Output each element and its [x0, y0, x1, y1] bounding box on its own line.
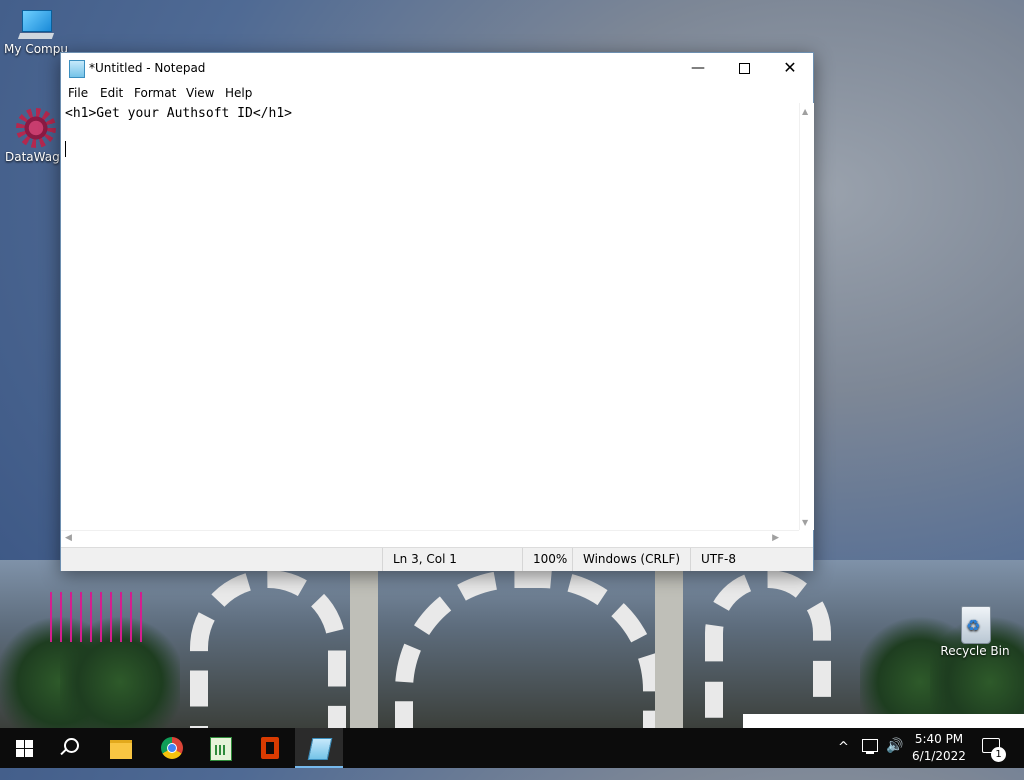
wallpaper-rails: [50, 592, 142, 642]
editor-line-1: <h1>Get your Authsoft ID</h1>: [65, 106, 292, 121]
show-hidden-icons-chevron-icon[interactable]: ^: [838, 740, 849, 780]
menu-format[interactable]: Format: [134, 86, 176, 100]
scroll-left-icon[interactable]: ◀: [65, 533, 72, 543]
taskbar-file-explorer[interactable]: [98, 728, 146, 768]
desktop-icon-my-computer[interactable]: My Compu: [0, 10, 72, 56]
menu-file[interactable]: File: [68, 86, 88, 100]
status-cursor-position: Ln 3, Col 1: [382, 548, 523, 571]
text-editor[interactable]: <h1>Get your Authsoft ID</h1>: [61, 103, 799, 530]
menu-help[interactable]: Help: [225, 86, 252, 100]
wallpaper-pillar: [655, 570, 683, 730]
scroll-right-icon[interactable]: ▶: [772, 533, 779, 543]
status-line-ending: Windows (CRLF): [572, 548, 693, 571]
vertical-scrollbar[interactable]: ▲ ▼: [799, 103, 814, 530]
status-bar: Ln 3, Col 1 100% Windows (CRLF) UTF-8: [61, 547, 813, 571]
notepad-icon: [307, 738, 333, 760]
office-icon: [261, 737, 279, 759]
menu-bar: File Edit Format View Help: [61, 83, 813, 103]
title-bar[interactable]: *Untitled - Notepad — ✕: [61, 53, 813, 83]
clock-date: 6/1/2022: [912, 749, 966, 763]
taskbar-chrome[interactable]: [148, 728, 196, 768]
wallpaper-arch: [190, 570, 346, 748]
scroll-down-icon[interactable]: ▼: [802, 518, 808, 527]
close-button[interactable]: ✕: [767, 53, 813, 83]
volume-icon[interactable]: 🔊: [886, 738, 903, 778]
taskbar-sheet-app[interactable]: [196, 728, 244, 768]
desktop-icon-label: Recycle Bin: [940, 644, 1010, 658]
taskbar-notepad[interactable]: [295, 728, 343, 768]
spreadsheet-icon: [210, 737, 232, 761]
desktop-icon-recycle-bin[interactable]: ♻ Recycle Bin: [938, 602, 1012, 658]
window-title: *Untitled - Notepad: [89, 61, 206, 75]
scrollbar-corner: [799, 530, 813, 547]
maximize-icon: [738, 62, 750, 74]
network-icon[interactable]: [862, 739, 878, 754]
computer-icon: [17, 10, 55, 40]
windows-logo-icon: [16, 740, 33, 757]
horizontal-scrollbar[interactable]: ◀ ▶: [61, 530, 799, 548]
search-icon: [64, 738, 79, 753]
notification-count-badge: 1: [991, 747, 1006, 762]
search-button[interactable]: [48, 728, 96, 768]
menu-edit[interactable]: Edit: [100, 86, 123, 100]
taskbar: ^ 🔊 5:40 PM 6/1/2022 1: [0, 728, 1024, 768]
menu-view[interactable]: View: [186, 86, 214, 100]
maximize-button[interactable]: [721, 53, 767, 83]
wallpaper-pillar: [350, 570, 378, 730]
recycle-bin-icon: ♻: [957, 602, 993, 644]
datawagon-icon: [16, 108, 56, 148]
status-zoom: 100%: [522, 548, 573, 571]
chrome-icon: [161, 737, 183, 759]
taskbar-office[interactable]: [246, 728, 294, 768]
status-encoding: UTF-8: [690, 548, 811, 571]
folder-icon: [110, 740, 132, 759]
minimize-button[interactable]: —: [675, 53, 721, 83]
clock-time: 5:40 PM: [914, 732, 964, 746]
text-caret: [65, 141, 66, 157]
taskbar-clock[interactable]: 5:40 PM 6/1/2022: [910, 731, 968, 765]
scroll-up-icon[interactable]: ▲: [802, 107, 808, 116]
notepad-window: *Untitled - Notepad — ✕ File Edit Format…: [60, 52, 814, 571]
notepad-app-icon: [69, 60, 85, 78]
start-button[interactable]: [0, 728, 48, 768]
